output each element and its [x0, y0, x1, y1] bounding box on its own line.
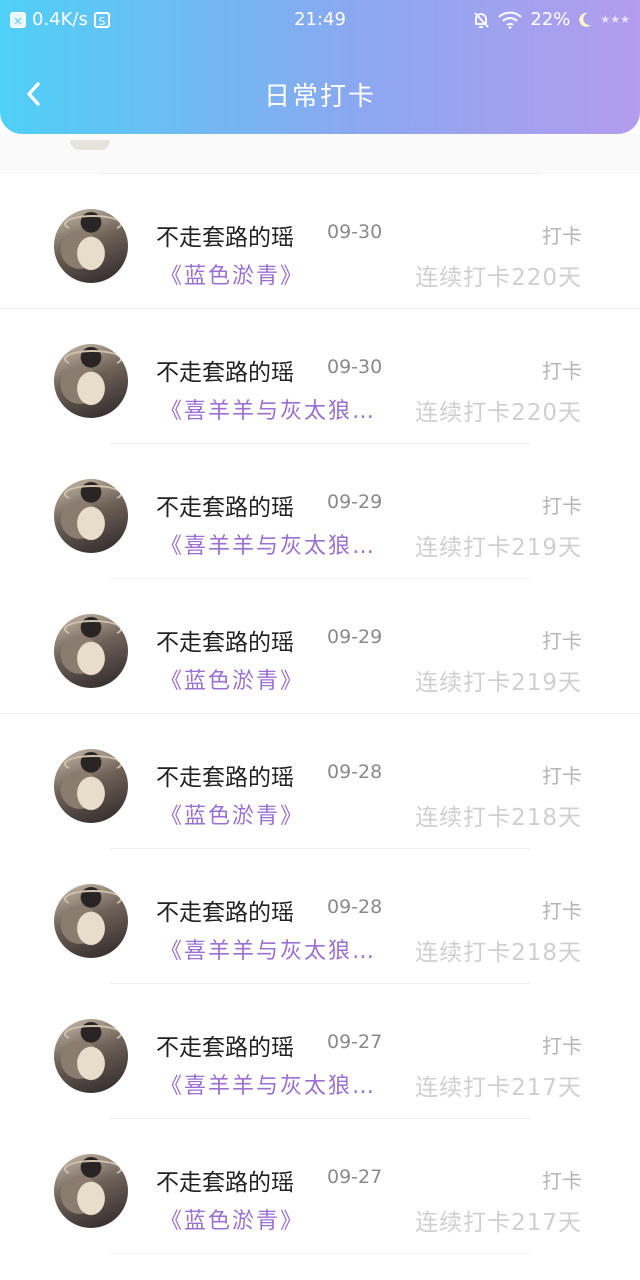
list-item[interactable]: 不走套路的瑶 09-29 打卡 《蓝色淤青》 连续打卡219天 [0, 579, 640, 714]
streak-count: 连续打卡218天 [415, 805, 582, 831]
checkin-date: 09-28 [327, 761, 383, 783]
book-title[interactable]: 《蓝色淤青》 [160, 258, 304, 290]
user-name: 不走套路的瑶 [156, 1035, 294, 1061]
checkin-tag: 打卡 [542, 224, 582, 248]
user-name: 不走套路的瑶 [156, 1170, 294, 1196]
user-name: 不走套路的瑶 [156, 630, 294, 656]
avatar[interactable] [54, 1154, 128, 1228]
checkin-date: 09-27 [327, 1166, 383, 1188]
streak-count: 连续打卡217天 [415, 1075, 582, 1101]
streak-count: 连续打卡220天 [415, 265, 582, 291]
list-item[interactable]: 不走套路的瑶 09-27 打卡 《蓝色淤青》 连续打卡217天 [0, 1119, 640, 1254]
checkin-date: 09-30 [327, 221, 383, 243]
divider [100, 173, 540, 174]
streak-count: 连续打卡220天 [415, 400, 582, 426]
avatar[interactable] [54, 749, 128, 823]
list-item[interactable]: 不走套路的瑶 09-28 打卡 《喜羊羊与灰太狼… 连续打卡218天 [0, 849, 640, 984]
moon-icon [579, 12, 592, 27]
checkin-tag: 打卡 [542, 359, 582, 383]
user-name: 不走套路的瑶 [156, 360, 294, 386]
checkin-date: 09-30 [327, 356, 383, 378]
book-title[interactable]: 《蓝色淤青》 [160, 798, 304, 830]
divider [110, 1253, 530, 1254]
status-right: 22% ★★★ [472, 9, 630, 30]
checkin-date: 09-29 [327, 491, 383, 513]
checkin-tag: 打卡 [542, 629, 582, 653]
checkin-date: 09-27 [327, 1031, 383, 1053]
avatar[interactable] [54, 1019, 128, 1093]
wifi-icon [498, 11, 523, 29]
book-title[interactable]: 《喜羊羊与灰太狼… [160, 393, 376, 425]
list-item[interactable]: 不走套路的瑶 09-30 打卡 《蓝色淤青》 连续打卡220天 [0, 174, 640, 309]
checkin-date: 09-28 [327, 896, 383, 918]
bell-off-icon [474, 11, 490, 28]
streak-count: 连续打卡219天 [415, 670, 582, 696]
book-title[interactable]: 《蓝色淤青》 [160, 663, 304, 695]
avatar[interactable] [54, 884, 128, 958]
avatar[interactable] [54, 209, 128, 283]
avatar[interactable] [54, 479, 128, 553]
list-item[interactable]: 不走套路的瑶 09-30 打卡 《喜羊羊与灰太狼… 连续打卡220天 [0, 309, 640, 444]
checkin-tag: 打卡 [542, 1034, 582, 1058]
checkin-tag: 打卡 [542, 494, 582, 518]
checkin-tag: 打卡 [542, 1169, 582, 1193]
stars-icon: ★★★ [600, 13, 630, 26]
list-item[interactable]: 不走套路的瑶 09-29 打卡 《喜羊羊与灰太狼… 连续打卡219天 [0, 444, 640, 579]
streak-count: 连续打卡217天 [415, 1210, 582, 1236]
book-title[interactable]: 《喜羊羊与灰太狼… [160, 1068, 376, 1100]
book-title[interactable]: 《蓝色淤青》 [160, 1203, 304, 1235]
book-title[interactable]: 《喜羊羊与灰太狼… [160, 933, 376, 965]
list-item[interactable]: 不走套路的瑶 09-27 打卡 《喜羊羊与灰太狼… 连续打卡217天 [0, 984, 640, 1119]
partial-avatar [70, 140, 110, 150]
battery-level: 22% [530, 9, 571, 30]
streak-count: 连续打卡218天 [415, 940, 582, 966]
user-name: 不走套路的瑶 [156, 495, 294, 521]
streak-count: 连续打卡219天 [415, 535, 582, 561]
checkin-tag: 打卡 [542, 764, 582, 788]
user-name: 不走套路的瑶 [156, 225, 294, 251]
avatar[interactable] [54, 614, 128, 688]
checkin-tag: 打卡 [542, 899, 582, 923]
status-bar: ✕ 0.4K/s S 21:49 22% ★★★ [0, 0, 640, 40]
page-title: 日常打卡 [263, 82, 376, 112]
user-name: 不走套路的瑶 [156, 900, 294, 926]
checkin-date: 09-29 [327, 626, 383, 648]
app-header: ✕ 0.4K/s S 21:49 22% ★★★ 日常打卡 [0, 0, 640, 134]
user-name: 不走套路的瑶 [156, 765, 294, 791]
avatar[interactable] [54, 344, 128, 418]
list-item[interactable]: 不走套路的瑶 09-28 打卡 《蓝色淤青》 连续打卡218天 [0, 714, 640, 849]
book-title[interactable]: 《喜羊羊与灰太狼… [160, 528, 376, 560]
partial-list-item [0, 134, 640, 174]
